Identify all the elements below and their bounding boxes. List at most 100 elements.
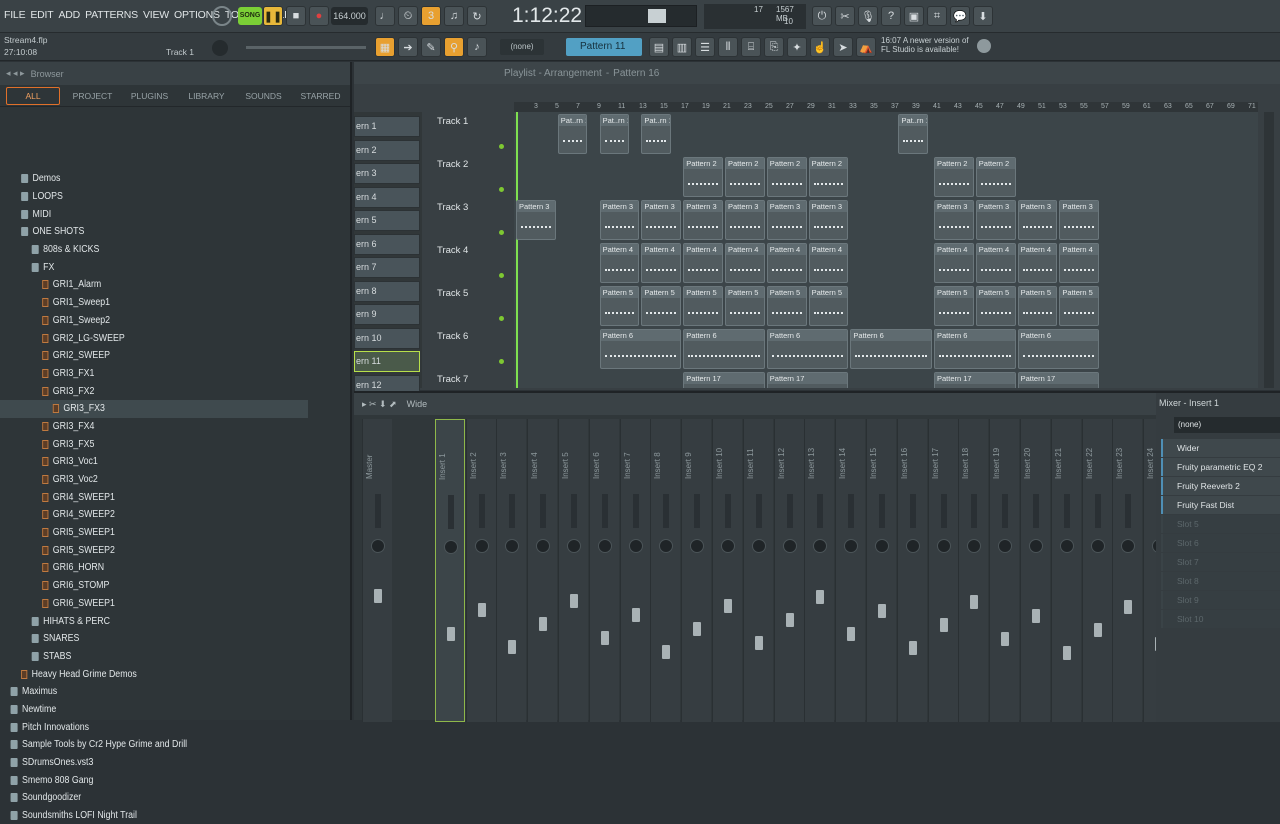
volume-fader[interactable] [1124,600,1133,614]
pan-knob[interactable] [690,539,705,553]
browser-menu-icon[interactable]: ◂ ◂ ▸ [6,68,25,79]
record-button[interactable]: ● [309,6,329,26]
plugin-icon[interactable]: ⌗ [927,6,947,26]
pencil-icon[interactable]: ✎ [421,37,441,57]
arrow-icon[interactable]: ➔ [398,37,418,57]
download-icon[interactable]: ⬇ [973,6,993,26]
tempo-display[interactable]: 164.000 [331,7,368,25]
browser-item[interactable]: Demos [0,170,308,188]
wait-input-icon[interactable]: ⏲ [398,6,418,26]
menu-view[interactable]: VIEW [143,9,169,21]
pattern-list-item[interactable]: ern 7 [354,257,420,278]
mixer-strip[interactable]: Insert 17 [927,419,958,722]
fx-slot[interactable]: Fruity Reeverb 2 [1161,477,1280,495]
mixer-strip[interactable]: Insert 6 [588,419,619,722]
stop-button[interactable]: ■ [286,6,306,26]
fx-slot[interactable]: Slot 7 [1161,553,1280,571]
pattern-clip[interactable]: Pattern 6 [850,329,932,369]
pan-knob[interactable] [659,539,674,553]
volume-fader[interactable] [693,622,702,636]
pattern-clip[interactable]: Pattern 2 [975,157,1016,197]
pattern-clip[interactable]: Pattern 2 [683,157,723,197]
browser-item[interactable]: LOOPS [0,188,308,206]
pan-knob[interactable] [721,539,735,553]
pan-knob[interactable] [1090,539,1105,553]
pattern-list-item[interactable]: ern 11 [354,351,420,372]
pan-knob[interactable] [782,539,797,553]
pattern-clip[interactable]: Pattern 4 [599,243,640,283]
pattern-clip[interactable]: Pattern 5 [766,286,807,326]
mixer-strip[interactable]: Insert 16 [896,419,927,722]
browser-item[interactable]: ONE SHOTS [0,223,308,241]
touch-controller-icon[interactable]: ☝ [810,37,830,57]
pattern-clip[interactable]: Pattern 3 [725,200,765,240]
pattern-clip[interactable]: Pattern 4 [683,243,723,283]
browser-item[interactable]: GRI3_FX2 [0,382,308,400]
browser-item[interactable]: GRI3_FX1 [0,365,308,383]
cut-icon[interactable]: ✂ [835,6,855,26]
volume-fader[interactable] [539,617,548,631]
pattern-clip[interactable]: Pattern 6 [683,329,765,369]
browser-item[interactable]: Pitch Innovations [0,718,308,736]
loop-record-icon[interactable]: ↻ [467,6,487,26]
pattern-clip[interactable]: Pattern 3 [683,200,723,240]
browser-item[interactable]: Sample Tools by Cr2 Hype Grime and Drill [0,736,308,754]
pattern-clip[interactable]: Pattern 6 [599,329,682,369]
pattern-list-item[interactable]: ern 9 [354,304,420,325]
playhead[interactable] [516,112,518,388]
pan-knob[interactable] [905,539,920,553]
pan-knob[interactable] [751,539,766,553]
volume-fader[interactable] [477,603,486,617]
track-header[interactable]: Track 1 [434,112,506,155]
pattern-list-item[interactable]: ern 8 [354,280,420,302]
track-mute-led[interactable] [499,273,504,278]
volume-fader[interactable] [939,618,948,632]
pan-knob[interactable] [813,539,828,553]
pattern-list-item[interactable]: ern 4 [354,186,420,208]
snap-select[interactable]: (none) [500,39,544,55]
pan-knob[interactable] [474,539,489,553]
pan-knob[interactable] [875,539,889,553]
mixer-strip[interactable]: Insert 21 [1050,419,1081,722]
browser-item[interactable]: GRI3_FX4 [0,418,308,436]
browser-item[interactable]: Maximus [0,683,308,701]
browser-item[interactable]: Newtime [0,701,308,719]
pan-knob[interactable] [1059,539,1074,553]
pattern-clip[interactable]: Pat..rn 1 [557,114,588,154]
pattern-clip[interactable]: Pattern 17 [683,372,765,388]
mixer-arrow-icon[interactable]: ▸ ✂ ⬇ ⬈ [362,399,397,410]
menu-edit[interactable]: EDIT [30,9,53,21]
mixer-strip[interactable]: Insert 22 [1081,419,1112,722]
fx-slot[interactable]: Slot 5 [1161,515,1280,533]
pattern-list-item[interactable]: ern 10 [354,327,420,349]
browser-item[interactable]: GRI6_HORN [0,559,308,577]
pan-knob[interactable] [536,539,551,553]
pattern-clip[interactable]: Pattern 17 [1017,372,1100,388]
pattern-clip[interactable]: Pattern 2 [934,157,974,197]
pattern-clip[interactable]: Pat..rn 1 [599,114,629,154]
pattern-clip[interactable]: Pattern 17 [766,372,849,388]
track-header[interactable]: Track 2 [434,155,506,198]
pan-knob[interactable] [597,539,612,553]
volume-fader[interactable] [816,590,825,604]
pattern-clip[interactable]: Pattern 5 [934,286,974,326]
volume-fader[interactable] [908,641,917,655]
browser-item[interactable]: GRI3_Voc2 [0,471,308,489]
browser-item[interactable]: MIDI [0,205,308,223]
master-volume-slider[interactable] [246,46,366,49]
mixer-strip[interactable]: Insert 11 [742,419,773,722]
volume-knob[interactable] [212,6,232,26]
mixer-strip[interactable]: Insert 19 [989,419,1020,722]
track-mute-led[interactable] [499,187,504,192]
browser-item[interactable]: Soundsmiths LOFI Night Trail [0,807,308,824]
pattern-clip[interactable]: Pattern 2 [725,157,765,197]
pattern-list-item[interactable]: ern 3 [354,163,420,184]
pattern-clip[interactable]: Pat..rn 1 [898,114,928,154]
volume-fader[interactable] [374,589,382,603]
pattern-clip[interactable]: Pattern 3 [599,200,640,240]
pan-knob[interactable] [967,539,982,553]
mixer-strip[interactable]: Insert 10 [712,419,742,722]
pan-knob[interactable] [844,539,859,553]
browser-item[interactable]: GRI3_FX3 [0,399,308,418]
mixer-strip[interactable]: Insert 3 [496,419,527,722]
